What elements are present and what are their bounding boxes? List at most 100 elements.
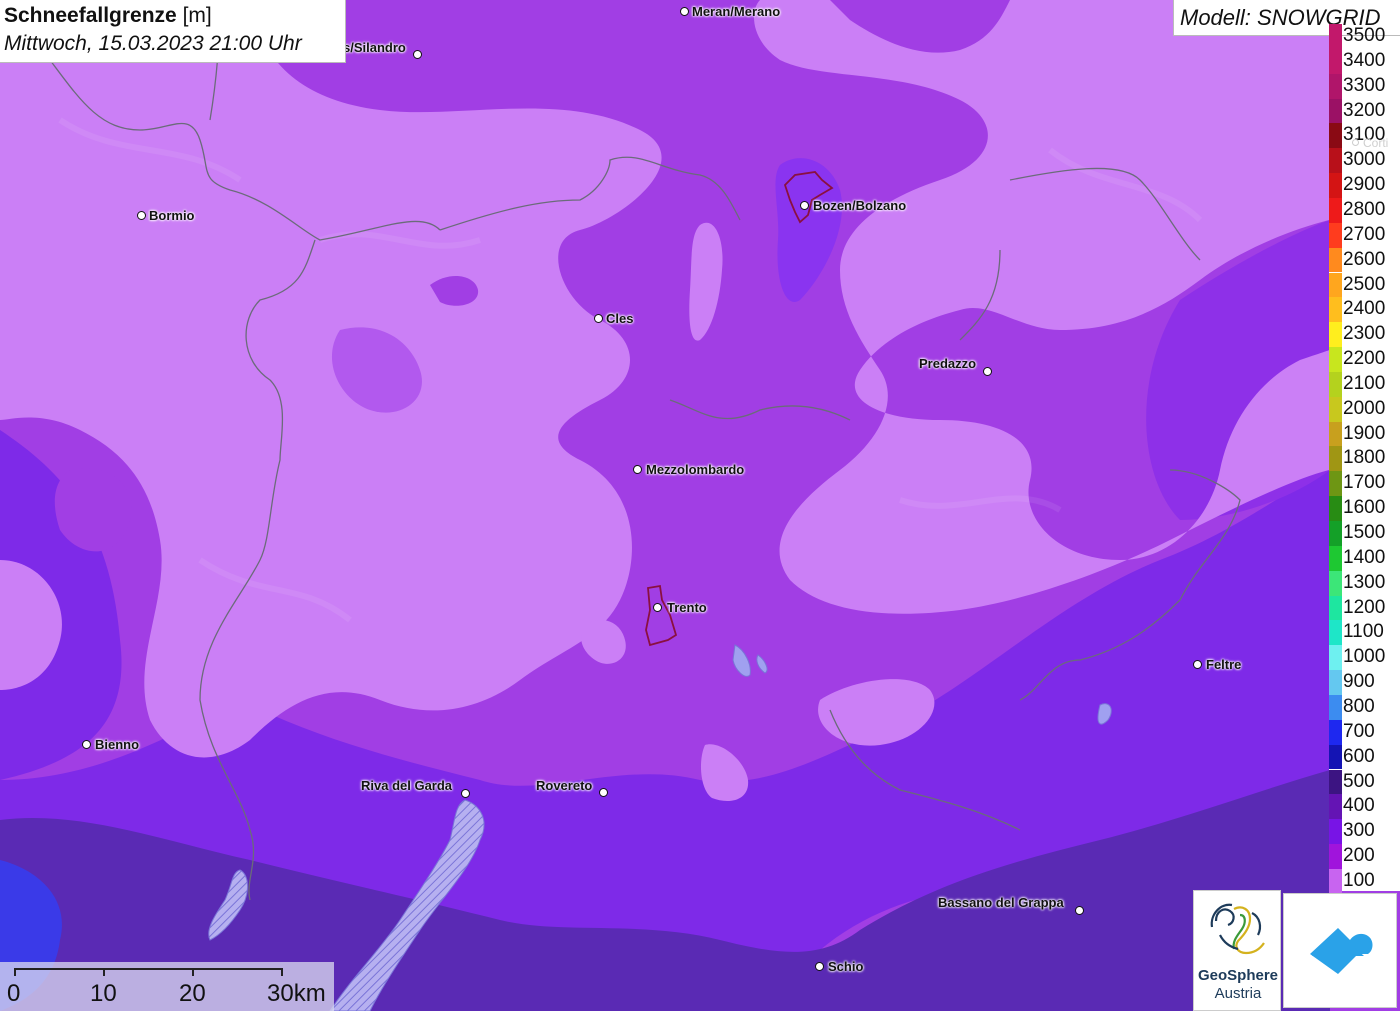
legend-row-600: 600 bbox=[1329, 744, 1400, 770]
legend-swatch bbox=[1329, 521, 1342, 546]
city-label-silandro: s/Silandro bbox=[343, 40, 406, 55]
legend-swatch bbox=[1329, 794, 1342, 820]
map-datetime: Mittwoch, 15.03.2023 21:00 Uhr bbox=[4, 32, 302, 55]
legend-row-3500: 3500 bbox=[1329, 24, 1400, 49]
map-title-main: Schneefallgrenze bbox=[4, 4, 177, 27]
legend-swatch bbox=[1329, 570, 1342, 596]
legend-swatch bbox=[1329, 222, 1342, 248]
legend-label: 2900 bbox=[1343, 174, 1386, 196]
city-label-merano: Meran/Merano bbox=[692, 4, 781, 19]
legend-row-1900: 1900 bbox=[1329, 421, 1400, 447]
legend-label: 2400 bbox=[1343, 298, 1386, 320]
city-dot-bienno bbox=[82, 740, 91, 749]
legend-swatch bbox=[1329, 670, 1342, 695]
legend-swatch bbox=[1329, 197, 1342, 223]
legend-swatch bbox=[1329, 719, 1342, 745]
legend-label: 1900 bbox=[1343, 422, 1386, 444]
legend-label: 600 bbox=[1343, 745, 1375, 767]
legend-label: 300 bbox=[1343, 820, 1375, 842]
legend-swatch bbox=[1329, 844, 1342, 869]
legend-row-200: 200 bbox=[1329, 844, 1400, 869]
city-dot-cortina bbox=[1352, 139, 1359, 146]
geosphere-logo[interactable]: GeoSphere Austria bbox=[1193, 890, 1281, 1011]
legend-swatch bbox=[1329, 173, 1342, 198]
legend-label: 1000 bbox=[1343, 646, 1386, 668]
legend-swatch bbox=[1329, 446, 1342, 472]
city-label-mezzolombardo: Mezzolombardo bbox=[646, 462, 745, 477]
legend-row-1400: 1400 bbox=[1329, 545, 1400, 571]
legend-label: 900 bbox=[1343, 671, 1375, 693]
city-label-riva: Riva del Garda bbox=[361, 778, 453, 793]
legend-row-2900: 2900 bbox=[1329, 173, 1400, 198]
city-label-rovereto: Rovereto bbox=[536, 778, 593, 793]
legend-row-1100: 1100 bbox=[1329, 620, 1400, 646]
city-label-trento: Trento bbox=[667, 600, 707, 615]
geosphere-logo-text-2: Austria bbox=[1214, 985, 1262, 1002]
legend-label: 2700 bbox=[1343, 223, 1386, 245]
scale-tick-0 bbox=[14, 968, 16, 976]
legend-label: 3200 bbox=[1343, 99, 1386, 121]
map-title-box: Schneefallgrenze [m] Mittwoch, 15.03.202… bbox=[0, 0, 346, 63]
scale-bar: 0 10 20 30km bbox=[0, 962, 334, 1011]
city-dot-schio bbox=[815, 962, 824, 971]
legend-row-3300: 3300 bbox=[1329, 73, 1400, 99]
legend-row-2000: 2000 bbox=[1329, 396, 1400, 422]
legend-row-1600: 1600 bbox=[1329, 496, 1400, 521]
scale-label-30km: 30km bbox=[267, 980, 326, 1007]
legend-swatch bbox=[1329, 496, 1342, 521]
legend-row-700: 700 bbox=[1329, 719, 1400, 745]
legend-label: 1100 bbox=[1343, 621, 1384, 643]
legend-row-2100: 2100 bbox=[1329, 371, 1400, 397]
legend-label: 2100 bbox=[1343, 372, 1386, 394]
legend-label: 500 bbox=[1343, 770, 1375, 792]
legend-swatch bbox=[1329, 297, 1342, 323]
legend-label: 700 bbox=[1343, 720, 1375, 742]
city-label-cles: Cles bbox=[606, 311, 634, 326]
legend-label: 3500 bbox=[1343, 25, 1386, 46]
legend-row-400: 400 bbox=[1329, 794, 1400, 820]
legend-swatch bbox=[1329, 123, 1342, 149]
legend-swatch bbox=[1329, 347, 1342, 372]
legend-label: 2500 bbox=[1343, 273, 1386, 295]
legend-row-2200: 2200 bbox=[1329, 347, 1400, 372]
legend-swatch bbox=[1329, 272, 1342, 298]
city-dot-trento bbox=[653, 603, 662, 612]
legend-swatch bbox=[1329, 645, 1342, 671]
legend-swatch bbox=[1329, 73, 1342, 99]
weather-app-logo[interactable] bbox=[1283, 893, 1397, 1008]
legend-swatch bbox=[1329, 595, 1342, 621]
scale-label-20: 20 bbox=[179, 980, 206, 1007]
legend-label: 1700 bbox=[1343, 472, 1386, 494]
map-title: Schneefallgrenze [m] bbox=[4, 2, 341, 30]
city-dot-mezzolombardo bbox=[633, 465, 642, 474]
scale-label-0: 0 bbox=[7, 980, 21, 1007]
scale-tick-20 bbox=[192, 968, 194, 976]
city-dot-bassano bbox=[1075, 906, 1084, 915]
city-dot-riva bbox=[461, 789, 470, 798]
legend-label: 2000 bbox=[1343, 397, 1386, 419]
legend-label: 1600 bbox=[1343, 497, 1386, 519]
legend-row-100: 100 bbox=[1329, 868, 1400, 894]
legend-label: 1500 bbox=[1343, 522, 1386, 543]
city-dot-bolzano bbox=[800, 201, 809, 210]
legend-label: 1800 bbox=[1343, 447, 1386, 469]
geosphere-logo-text-1: GeoSphere bbox=[1197, 967, 1279, 984]
legend-row-2700: 2700 bbox=[1329, 222, 1400, 248]
legend-row-3000: 3000 bbox=[1329, 148, 1400, 174]
legend-row-2600: 2600 bbox=[1329, 247, 1400, 273]
snowfall-limit-map[interactable] bbox=[0, 0, 1400, 1011]
scale-line bbox=[14, 968, 282, 970]
city-label-schio: Schio bbox=[828, 959, 864, 974]
legend-swatch bbox=[1329, 247, 1342, 273]
legend-row-2800: 2800 bbox=[1329, 197, 1400, 223]
city-dot-silandro bbox=[413, 50, 422, 59]
legend-row-500: 500 bbox=[1329, 769, 1400, 795]
legend-row-800: 800 bbox=[1329, 694, 1400, 720]
legend-row-2400: 2400 bbox=[1329, 297, 1400, 323]
legend-label: 1400 bbox=[1343, 546, 1386, 568]
city-label-predazzo: Predazzo bbox=[919, 356, 977, 371]
city-label-bolzano: Bozen/Bolzano bbox=[813, 198, 907, 213]
legend-swatch bbox=[1329, 694, 1342, 720]
legend-row-3200: 3200 bbox=[1329, 98, 1400, 124]
city-dot-cles bbox=[594, 314, 603, 323]
